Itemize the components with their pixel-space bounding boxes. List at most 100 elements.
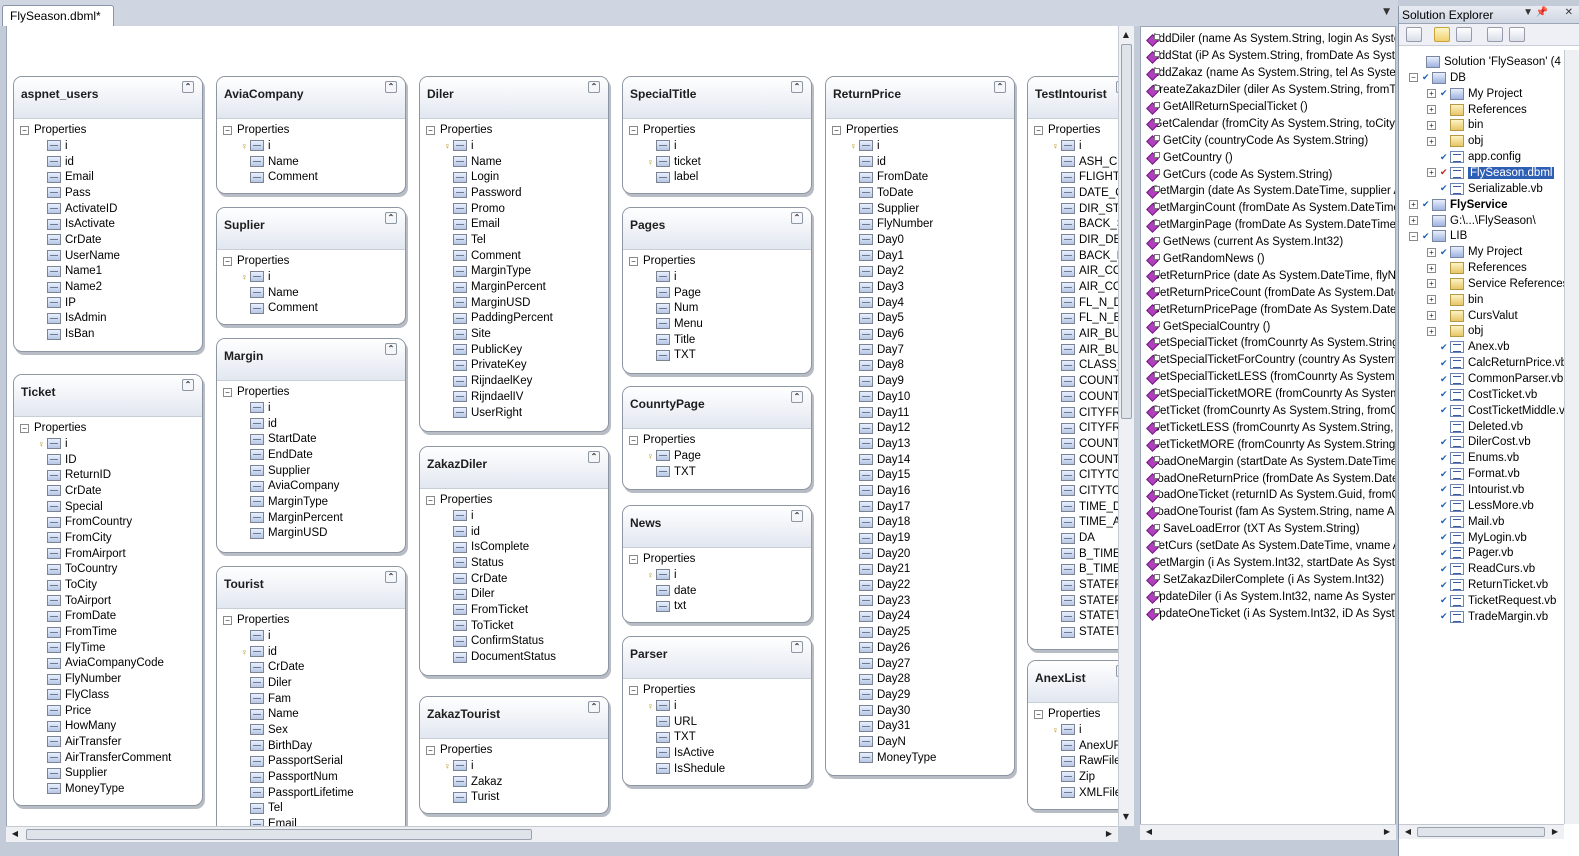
tree-node-references[interactable]: + References [1427,102,1527,118]
entity-property[interactable]: IsActive [623,745,811,761]
collapse-icon[interactable]: ⌃ [588,81,600,93]
entity-property[interactable]: STATETO [1028,609,1118,625]
entity-property[interactable]: CITYFR [1028,420,1118,436]
entity-property[interactable]: FlyClass [14,687,202,703]
tree-node-solution-flyseason-4-proj[interactable]: Solution 'FlySeason' (4 proj [1403,54,1564,70]
entity-property[interactable]: FlyNumber [14,671,202,687]
method-item[interactable]: GetTicketLESS (fromCounrty As System.Str… [1141,419,1395,436]
entity-property[interactable]: COUNTR [1028,452,1118,468]
entity-suplier[interactable]: Suplier ⌃ − Properties ♀ i Name Comment [216,207,406,325]
entity-diler[interactable]: Diler ⌃ − Properties ♀ i Name Login Password Prom… [419,76,609,432]
entity-property[interactable]: i [623,138,811,154]
entity-property[interactable]: STATEFR [1028,577,1118,593]
entity-ticket[interactable]: Ticket ⌃ − Properties ♀ i ID ReturnID CrDate Spec… [13,374,203,806]
scroll-right-icon[interactable]: ▶ [1380,825,1394,839]
tree-node-flyseason-dbml[interactable]: + ✔ FlySeason.dbml [1427,165,1555,181]
tree-node-flyservice[interactable]: + ✔ FlyService [1409,197,1508,213]
method-item[interactable]: LoadOneReturnPrice (fromDate As System.D… [1141,470,1395,487]
entity-property[interactable]: AIR_BUS [1028,342,1118,358]
entity-title[interactable]: aspnet_users ⌃ [14,77,202,119]
entity-title[interactable]: SpecialTitle ⌃ [623,77,811,119]
entity-property[interactable]: RijndaelKey [420,373,608,389]
entity-property[interactable]: DayN [826,734,1014,750]
tree-node-service-references[interactable]: + Service References [1427,276,1564,292]
entity-property[interactable]: ♀ id [217,644,405,660]
method-item[interactable]: GetCalendar (fromCity As System.String, … [1141,115,1395,132]
entity-property[interactable]: ♀ Page [623,448,811,464]
entity-property[interactable]: CITYTO_ [1028,467,1118,483]
entity-property[interactable]: PassportLifetime [217,785,405,801]
entity-property[interactable]: URL [623,714,811,730]
entity-title[interactable]: Ticket ⌃ [14,375,202,417]
entity-property[interactable]: ♀ i [826,138,1014,154]
entity-property[interactable]: BirthDay [217,738,405,754]
tree-node-costticketmiddle-vb[interactable]: ✔ CostTicketMiddle.vb [1427,403,1564,419]
entity-property[interactable]: Menu [623,316,811,332]
entity-zakazdiler[interactable]: ZakazDiler ⌃ − Properties i id IsComplete Statu… [419,446,609,676]
entity-property[interactable]: Day19 [826,530,1014,546]
collapse-section-icon[interactable]: − [629,685,638,695]
method-item[interactable]: UpdateOneTicket (i As System.Int32, iD A… [1141,605,1395,622]
tree-node-my-project[interactable]: + ✔ My Project [1427,86,1522,102]
entity-property[interactable]: Day12 [826,420,1014,436]
method-item[interactable]: AddZakaz (name As System.String, tel As … [1141,65,1395,82]
entity-property[interactable]: Day26 [826,640,1014,656]
entity-property[interactable]: Comment [217,300,405,316]
method-item[interactable]: GetMarginCount (fromDate As System.DateT… [1141,200,1395,217]
entity-property[interactable]: FromAirport [14,546,202,562]
entity-margin[interactable]: Margin ⌃ − Properties i id StartDate EndDate Sup… [216,338,406,553]
entity-property[interactable]: i [217,400,405,416]
entity-title[interactable]: Parser ⌃ [623,637,811,679]
entity-property[interactable]: ActivateID [14,201,202,217]
refresh-icon[interactable] [1456,27,1472,42]
properties-icon[interactable] [1406,27,1422,42]
entity-property[interactable]: FL_N_BA [1028,311,1118,327]
entity-property[interactable]: Day9 [826,373,1014,389]
tree-node-enums-vb[interactable]: ✔ Enums.vb [1427,450,1519,466]
entity-property[interactable]: CITYFR_ [1028,405,1118,421]
tree-node-g-flyseason-[interactable]: + G:\...\FlySeason\ [1409,213,1536,229]
entity-property[interactable]: AirTransfer [14,734,202,750]
entity-property[interactable]: Site [420,326,608,342]
collapse-section-icon[interactable]: − [1034,709,1043,719]
entity-property[interactable]: Diler [420,586,608,602]
entity-property[interactable]: ♀ i [217,269,405,285]
properties-section[interactable]: − Properties [826,122,1014,138]
entity-property[interactable]: MarginPercent [420,279,608,295]
tree-node-mylogin-vb[interactable]: ✔ MyLogin.vb [1427,530,1527,546]
entity-property[interactable]: FromDate [826,169,1014,185]
method-item[interactable]: GetMarginPage (fromDate As System.DateTi… [1141,217,1395,234]
scroll-right-icon[interactable]: ▶ [1102,827,1116,841]
entity-property[interactable]: Day4 [826,295,1014,311]
entity-tourist[interactable]: Tourist ⌃ − Properties i ♀ id CrDate Diler Fam Nam… [216,566,406,826]
designer-vscroll-thumb[interactable] [1121,44,1132,419]
entity-property[interactable]: DIR_DES [1028,232,1118,248]
entity-property[interactable]: EndDate [217,447,405,463]
entity-property[interactable]: Page [623,285,811,301]
collapse-icon[interactable]: − [1409,231,1418,241]
tree-node-returnticket-vb[interactable]: ✔ ReturnTicket.vb [1427,577,1548,593]
entity-property[interactable]: MarginPercent [217,510,405,526]
method-item[interactable]: LoadOneMargin (startDate As System.DateT… [1141,453,1395,470]
entity-property[interactable]: COUNTR [1028,436,1118,452]
entity-property[interactable]: Tel [420,232,608,248]
entity-property[interactable]: Name [217,706,405,722]
entity-counrtypage[interactable]: CounrtyPage ⌃ − Properties ♀ Page TXT [622,386,812,490]
entity-property[interactable]: CrDate [14,232,202,248]
entity-property[interactable]: FromTicket [420,602,608,618]
entity-pages[interactable]: Pages ⌃ − Properties i Page Num Menu Title TXT [622,207,812,374]
collapse-icon[interactable]: ⌃ [791,510,803,522]
method-item[interactable]: GetReturnPriceCount (fromDate As System.… [1141,284,1395,301]
designer-vertical-scrollbar[interactable]: ▲ ▼ [1118,26,1134,826]
method-item[interactable]: GetAllReturnSpecialTicket () [1141,99,1395,116]
scroll-left-icon[interactable]: ◀ [1142,825,1156,839]
properties-section[interactable]: − Properties [217,122,405,138]
entity-property[interactable]: i [14,138,202,154]
designer-hscroll-thumb[interactable] [26,829,532,840]
tree-node-lib[interactable]: − ✔ LIB [1409,228,1467,244]
show-all-files-icon[interactable] [1434,27,1450,42]
method-item[interactable]: UpdateDiler (i As System.Int32, name As … [1141,588,1395,605]
entity-property[interactable]: AirTransferComment [14,750,202,766]
collapse-section-icon[interactable]: − [223,387,232,397]
entity-property[interactable]: ASH_CO [1028,154,1118,170]
